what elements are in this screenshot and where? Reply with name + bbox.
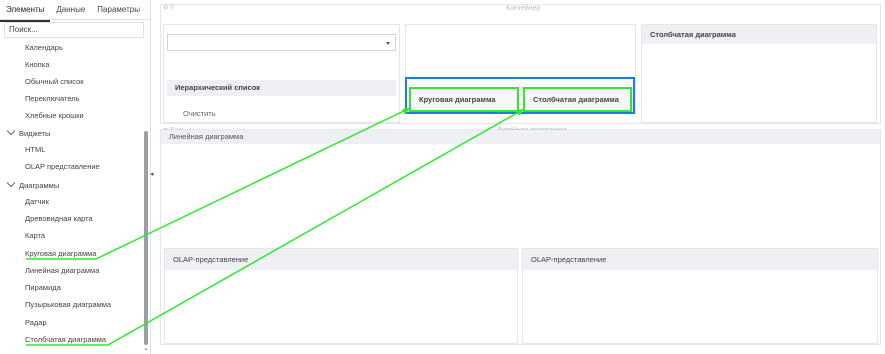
chevron-down-icon <box>6 126 16 136</box>
dropdown-select[interactable] <box>167 34 396 51</box>
tab-data[interactable]: Данные <box>50 0 91 20</box>
scroll-down-icon[interactable]: ⌄ <box>143 344 149 352</box>
sidebar-item-map[interactable]: Карта <box>25 231 45 240</box>
clear-button[interactable]: Очистить <box>183 109 216 118</box>
chevron-down-icon <box>386 42 390 45</box>
bar-chart-right-title: Столбчатая диаграмма <box>642 25 876 44</box>
sidebar-item-calendar[interactable]: Календарь <box>25 43 63 52</box>
sidebar-item-breadcrumbs[interactable]: Хлебные крошки <box>25 111 84 120</box>
tab-elements[interactable]: Элементы <box>0 0 51 22</box>
group-label: Диаграммы <box>19 181 60 190</box>
olap-right-title: OLAP-представление <box>523 249 877 270</box>
sidebar-item-line-chart[interactable]: Линейная диаграмма <box>25 266 99 275</box>
sidebar-item-list[interactable]: Обычный список <box>25 77 84 86</box>
pie-chart-highlight <box>409 87 519 112</box>
group-label: Виджеты <box>19 129 51 138</box>
container-toolbar[interactable]: ⚙ ⎘ <box>163 4 175 12</box>
chevron-down-icon <box>6 178 16 188</box>
sidebar-item-bar-chart[interactable]: Столбчатая диаграмма <box>25 335 106 344</box>
hierarchy-title: Иерархический список <box>167 80 396 96</box>
search-input[interactable]: Поиск... <box>4 22 144 38</box>
sidebar-group-widgets[interactable]: Виджеты <box>6 126 51 138</box>
sidebar-scrollbar[interactable] <box>144 131 148 345</box>
sidebar-item-olap[interactable]: OLAP представление <box>25 162 100 171</box>
sidebar-item-treemap[interactable]: Древовидная карта <box>25 214 93 223</box>
sidebar-item-switch[interactable]: Переключатель <box>25 94 80 103</box>
sidebar-group-charts[interactable]: Диаграммы <box>6 178 60 190</box>
sidebar-item-gauge[interactable]: Датчик <box>25 197 49 206</box>
sidebar-item-html[interactable]: HTML <box>25 145 45 154</box>
sidebar-item-button[interactable]: Кнопка <box>25 60 49 69</box>
tab-parameters[interactable]: Параметры <box>91 0 146 20</box>
olap-left-title: OLAP-представление <box>165 249 517 270</box>
sidebar-tabs: Элементы Данные Параметры <box>0 0 151 22</box>
bar-chart-highlight <box>523 87 632 112</box>
container-label: Контейнер <box>506 5 541 12</box>
sidebar-item-bubble-chart[interactable]: Пузырьковая диаграмма <box>25 300 111 309</box>
sidebar-item-pie-chart[interactable]: Круговая диаграмма <box>25 249 96 258</box>
chevron-left-icon[interactable]: ◂ <box>150 170 157 180</box>
sidebar-item-radar[interactable]: Радар <box>25 318 47 327</box>
line-chart-title: Линейная диаграмма <box>161 130 880 144</box>
sidebar-item-pyramid[interactable]: Пирамида <box>25 283 61 292</box>
